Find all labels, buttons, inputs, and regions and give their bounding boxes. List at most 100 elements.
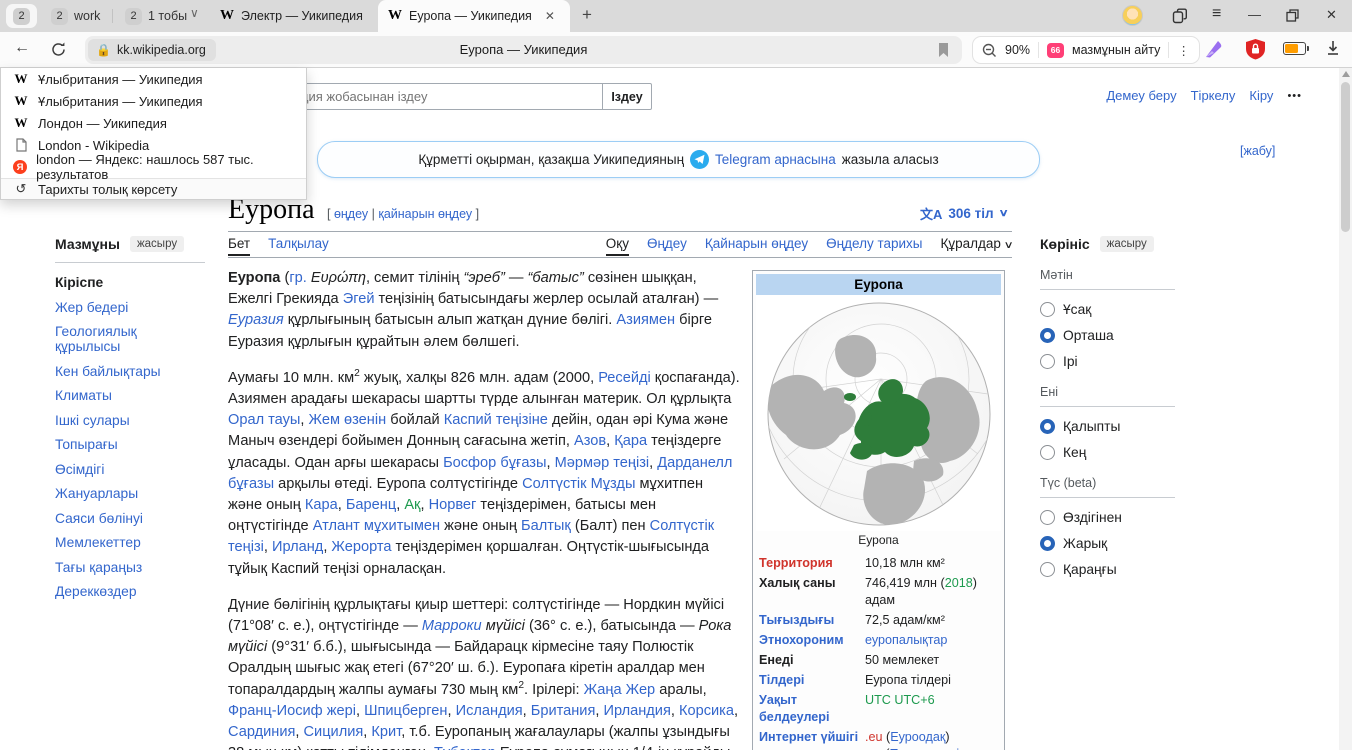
toc-item[interactable]: Саяси бөлінуі	[55, 511, 205, 526]
wiki-link[interactable]: Жерорта	[331, 539, 391, 555]
register-link[interactable]: Тіркелу	[1191, 88, 1236, 103]
wiki-link[interactable]: Түбектер	[434, 745, 496, 750]
window-close-button[interactable]: ✕	[1326, 7, 1337, 23]
radio-icon[interactable]	[1040, 510, 1055, 525]
radio-icon[interactable]	[1040, 419, 1055, 434]
wiki-link[interactable]: Жем өзенін	[309, 412, 387, 428]
radio-option[interactable]: Қараңғы	[1040, 562, 1175, 577]
edit-link[interactable]: өңдеу	[334, 207, 368, 221]
tab-group-2[interactable]: 2 work	[44, 4, 107, 28]
tab-read[interactable]: Оқу	[606, 236, 629, 256]
suggestion-item[interactable]: W Ұлыбритания — Уикипедия	[1, 90, 306, 112]
tab-talk[interactable]: Талқылау	[268, 236, 329, 256]
toc-item[interactable]: Геологиялық құрылысы	[55, 324, 205, 354]
new-tab-button[interactable]: +	[582, 5, 592, 25]
page-scrollbar[interactable]	[1339, 68, 1352, 750]
appearance-hide-button[interactable]: жасыру	[1100, 236, 1154, 252]
wiki-link[interactable]: Британия	[531, 703, 596, 719]
radio-icon[interactable]	[1040, 328, 1055, 343]
wiki-link[interactable]: Крит	[371, 724, 401, 740]
login-link[interactable]: Кіру	[1249, 88, 1273, 103]
radio-option[interactable]: Өздігінен	[1040, 510, 1175, 525]
tab-electr[interactable]: W Электр — Уикипедия	[210, 0, 373, 32]
download-icon[interactable]	[1324, 39, 1342, 57]
wiki-link[interactable]: Мәрмәр теңізі	[555, 455, 650, 471]
infobox-label[interactable]: Территория	[759, 555, 859, 572]
radio-icon[interactable]	[1040, 445, 1055, 460]
wiki-link[interactable]: Исландия	[456, 703, 523, 719]
wiki-link[interactable]: Сицилия	[304, 724, 364, 740]
tab-history[interactable]: Өңделу тарихы	[826, 236, 922, 256]
radio-option[interactable]: Қалыпты	[1040, 419, 1175, 434]
wiki-link[interactable]: Шпицберген	[364, 703, 447, 719]
wiki-link[interactable]: Балтық	[521, 518, 571, 534]
radio-option[interactable]: Ұсақ	[1040, 302, 1175, 317]
wiki-link[interactable]: Азов	[574, 433, 606, 449]
toc-item[interactable]: Климаты	[55, 388, 205, 403]
wiki-link[interactable]: Қара	[614, 433, 647, 449]
tab-close-icon[interactable]: ✕	[545, 9, 555, 23]
tab-group-3[interactable]: 2 1 тобы	[118, 4, 194, 28]
toc-item[interactable]: Дереккөздер	[55, 584, 205, 599]
suggestion-item[interactable]: W Лондон — Уикипедия	[1, 112, 306, 134]
infobox-label[interactable]: Уақыт белдеулері	[759, 692, 859, 726]
tab-panels-icon[interactable]	[1172, 8, 1188, 24]
menu-hamburger-icon[interactable]: ≡	[1212, 5, 1221, 23]
read-aloud-button[interactable]: мазмұнын айту	[1072, 43, 1160, 57]
radio-icon[interactable]	[1040, 302, 1055, 317]
wiki-link[interactable]: Корсика	[679, 703, 734, 719]
profile-avatar[interactable]	[1122, 5, 1143, 26]
radio-option[interactable]: Кең	[1040, 445, 1175, 460]
radio-option[interactable]: Орташа	[1040, 328, 1175, 343]
more-options-icon[interactable]: ⋮	[1177, 43, 1190, 58]
edit-source-link[interactable]: қайнарын өңдеу	[378, 207, 472, 221]
wiki-link[interactable]: Еуроодақ	[890, 730, 945, 744]
toc-hide-button[interactable]: жасыру	[130, 236, 184, 252]
language-selector-button[interactable]: 文A 306 тіл ∨	[920, 204, 1007, 223]
adblock-shield-icon[interactable]	[1245, 38, 1266, 60]
zoom-out-icon[interactable]	[982, 43, 997, 58]
wiki-link[interactable]: .eu	[865, 730, 883, 744]
wiki-link[interactable]: Орал тауы	[228, 412, 300, 428]
wiki-link[interactable]: Баренц	[346, 497, 396, 513]
reload-button-icon[interactable]	[50, 41, 67, 58]
wiki-link[interactable]: Ақ	[404, 497, 420, 513]
radio-option[interactable]: Жарық	[1040, 536, 1175, 551]
scrollbar-thumb[interactable]	[1341, 82, 1350, 232]
address-bar[interactable]: Еуропа — Уикипедия 🔒 kk.wikipedia.org	[85, 36, 962, 64]
radio-option[interactable]: Ірі	[1040, 354, 1175, 369]
window-minimize-button[interactable]: —	[1248, 7, 1261, 22]
tab-edit[interactable]: Өңдеу	[647, 236, 687, 256]
wiki-link[interactable]: Азиямен	[616, 312, 675, 328]
wiki-link[interactable]: еуропалықтар	[865, 633, 947, 647]
infobox-label[interactable]: Тілдері	[759, 672, 859, 689]
tab-page[interactable]: Бет	[228, 236, 250, 256]
wiki-link[interactable]: Норвег	[429, 497, 477, 513]
wiki-link[interactable]: Эгей	[343, 291, 375, 307]
site-chip[interactable]: 🔒 kk.wikipedia.org	[88, 39, 216, 61]
wiki-link[interactable]: гр.	[289, 270, 307, 286]
wiki-link[interactable]: Кара	[305, 497, 338, 513]
battery-saver-icon[interactable]	[1283, 42, 1306, 55]
infobox-label[interactable]: Тығыздығы	[759, 612, 859, 629]
wiki-link[interactable]: Босфор бұғазы	[443, 455, 546, 471]
toc-item[interactable]: Өсімдігі	[55, 462, 205, 477]
radio-icon[interactable]	[1040, 536, 1055, 551]
toc-item[interactable]: Кен байлықтары	[55, 364, 205, 379]
more-user-options-icon[interactable]: •••	[1287, 90, 1302, 102]
wiki-link[interactable]: Ресейді	[598, 370, 651, 386]
tab-tools[interactable]: Құралдар ∨	[941, 236, 1013, 256]
bookmark-icon[interactable]	[937, 42, 950, 63]
wiki-link[interactable]: Жаңа Жер	[584, 682, 656, 698]
tab-edit-source[interactable]: Қайнарын өңдеу	[705, 236, 808, 256]
wiki-link[interactable]: Марроки	[422, 618, 482, 634]
wiki-search-button[interactable]: Іздеу	[602, 83, 652, 110]
toc-item[interactable]: Мемлекеттер	[55, 535, 205, 550]
toc-item[interactable]: Топырағы	[55, 437, 205, 452]
wiki-link[interactable]: UTC UTC+6	[865, 693, 935, 707]
tab-europe-active[interactable]: W Еуропа — Уикипедия ✕	[378, 0, 570, 32]
zoom-level[interactable]: 90%	[1005, 43, 1030, 57]
donate-link[interactable]: Демеу беру	[1106, 88, 1176, 103]
europe-globe-map[interactable]	[756, 295, 1001, 531]
suggestion-item[interactable]: Я london — Яндекс: нашлось 587 тыс. резу…	[1, 156, 306, 178]
